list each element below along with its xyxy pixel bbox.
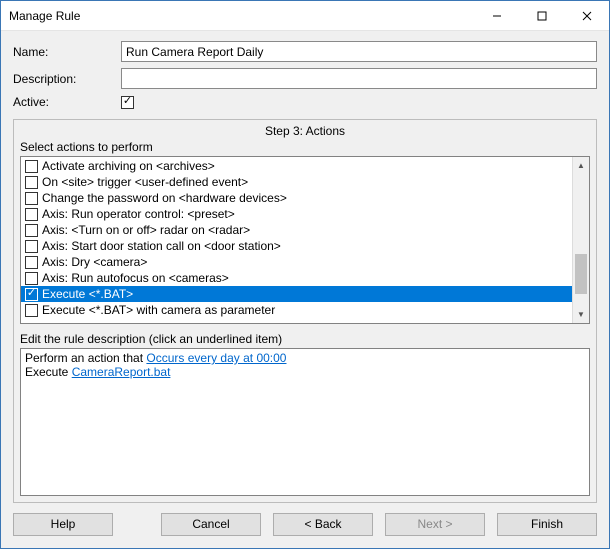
name-input[interactable] (121, 41, 597, 62)
next-button[interactable]: Next > (385, 513, 485, 536)
action-row[interactable]: Change the password on <hardware devices… (21, 190, 572, 206)
desc-text: Execute (25, 365, 72, 379)
action-checkbox[interactable] (25, 240, 38, 253)
action-checkbox[interactable] (25, 304, 38, 317)
action-row[interactable]: Axis: <Turn on or off> radar on <radar> (21, 222, 572, 238)
step-header: Step 3: Actions (14, 120, 596, 140)
action-checkbox[interactable] (25, 288, 38, 301)
scrollbar[interactable]: ▲ ▼ (572, 157, 589, 323)
window-title: Manage Rule (9, 9, 474, 23)
bat-file-link[interactable]: CameraReport.bat (72, 365, 171, 379)
action-row[interactable]: Activate archiving on <archives> (21, 158, 572, 174)
description-label: Description: (13, 72, 121, 86)
description-input[interactable] (121, 68, 597, 89)
name-label: Name: (13, 45, 121, 59)
help-button[interactable]: Help (13, 513, 113, 536)
action-checkbox[interactable] (25, 176, 38, 189)
rule-description-box: Perform an action that Occurs every day … (20, 348, 590, 496)
button-row: Help Cancel < Back Next > Finish (13, 513, 597, 536)
active-label: Active: (13, 95, 121, 109)
close-button[interactable] (564, 1, 609, 30)
action-checkbox[interactable] (25, 208, 38, 221)
action-row[interactable]: Axis: Run autofocus on <cameras> (21, 270, 572, 286)
scroll-track[interactable] (573, 174, 589, 306)
scroll-up-button[interactable]: ▲ (573, 157, 589, 174)
finish-button[interactable]: Finish (497, 513, 597, 536)
active-checkbox[interactable] (121, 96, 134, 109)
action-label: Axis: Run autofocus on <cameras> (42, 271, 229, 285)
action-label: Axis: <Turn on or off> radar on <radar> (42, 223, 250, 237)
action-row[interactable]: Axis: Start door station call on <door s… (21, 238, 572, 254)
action-row[interactable]: Execute <*.BAT> with camera as parameter (21, 302, 572, 318)
action-label: Axis: Start door station call on <door s… (42, 239, 281, 253)
action-checkbox[interactable] (25, 272, 38, 285)
titlebar: Manage Rule (1, 1, 609, 31)
action-label: On <site> trigger <user-defined event> (42, 175, 248, 189)
dialog-body: Name: Description: Active: Step 3: Actio… (1, 31, 609, 548)
action-checkbox[interactable] (25, 224, 38, 237)
rule-description-label: Edit the rule description (click an unde… (14, 332, 596, 348)
scroll-thumb[interactable] (575, 254, 587, 294)
schedule-link[interactable]: Occurs every day at 00:00 (146, 351, 286, 365)
action-label: Activate archiving on <archives> (42, 159, 215, 173)
action-checkbox[interactable] (25, 160, 38, 173)
action-label: Execute <*.BAT> (42, 287, 133, 301)
actions-list: Activate archiving on <archives> On <site… (20, 156, 590, 324)
rule-description-line: Execute CameraReport.bat (25, 365, 585, 379)
action-row[interactable]: On <site> trigger <user-defined event> (21, 174, 572, 190)
action-row[interactable]: Execute <*.BAT> (21, 286, 572, 302)
rule-description-line: Perform an action that Occurs every day … (25, 351, 585, 365)
action-label: Axis: Dry <camera> (42, 255, 147, 269)
action-row[interactable]: Axis: Dry <camera> (21, 254, 572, 270)
back-button[interactable]: < Back (273, 513, 373, 536)
action-label: Change the password on <hardware devices… (42, 191, 287, 205)
actions-fieldset: Step 3: Actions Select actions to perfor… (13, 119, 597, 503)
select-actions-label: Select actions to perform (14, 140, 596, 156)
minimize-button[interactable] (474, 1, 519, 30)
cancel-button[interactable]: Cancel (161, 513, 261, 536)
maximize-button[interactable] (519, 1, 564, 30)
desc-text: Perform an action that (25, 351, 146, 365)
action-checkbox[interactable] (25, 256, 38, 269)
scroll-down-button[interactable]: ▼ (573, 306, 589, 323)
action-label: Axis: Run operator control: <preset> (42, 207, 235, 221)
action-checkbox[interactable] (25, 192, 38, 205)
action-row[interactable]: Axis: Run operator control: <preset> (21, 206, 572, 222)
action-label: Execute <*.BAT> with camera as parameter (42, 303, 275, 317)
